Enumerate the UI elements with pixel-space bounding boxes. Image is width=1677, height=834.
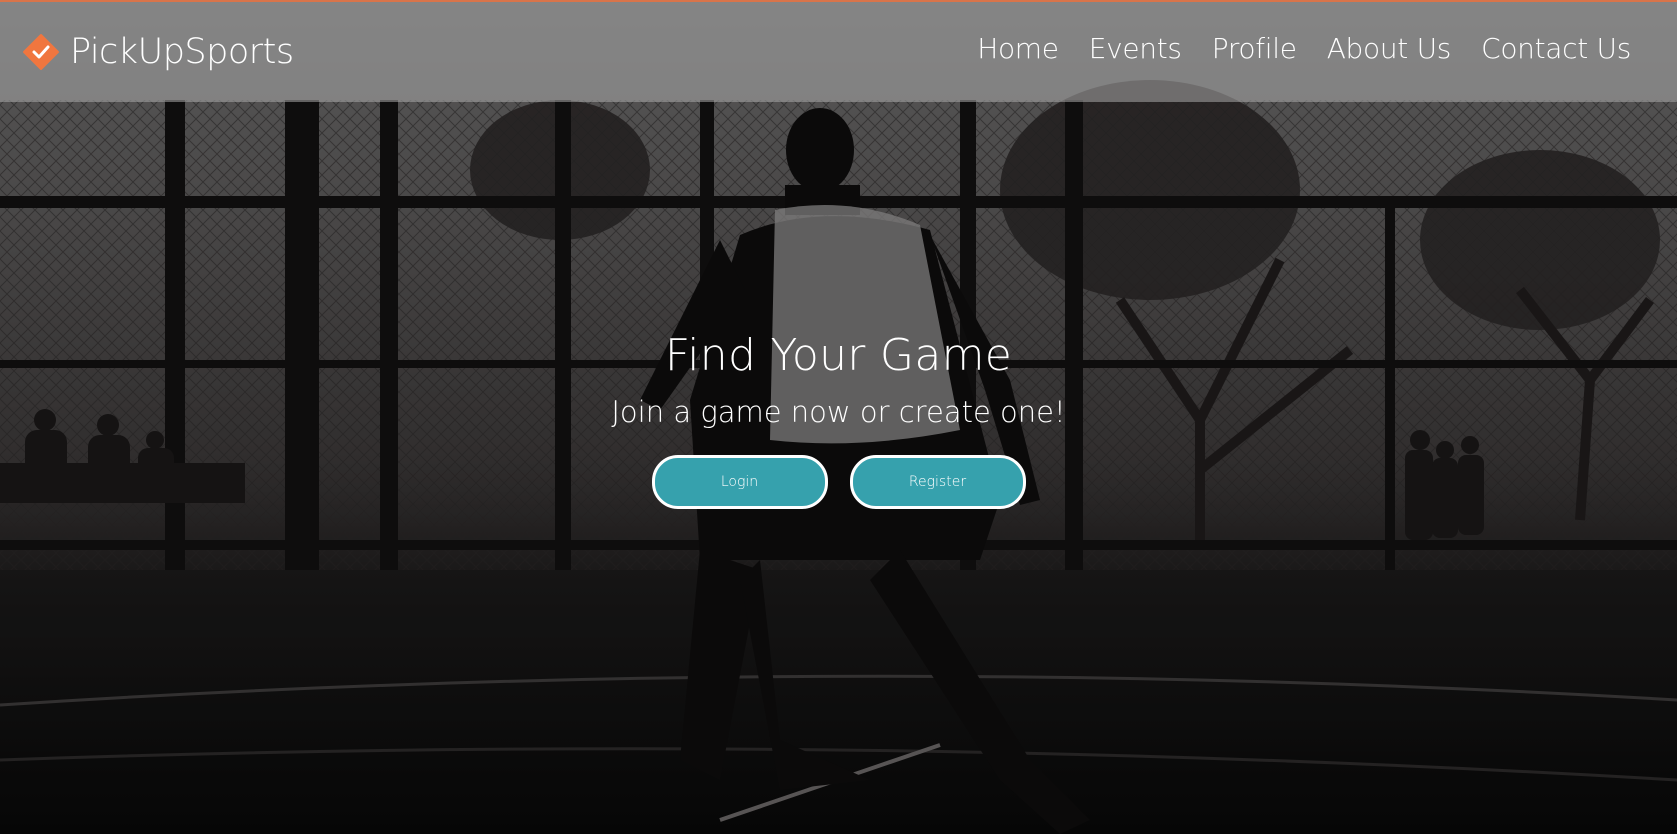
landing-page: PickUpSports Home Events Profile About U… (0, 0, 1677, 834)
hero-subtitle: Join a game now or create one! (611, 395, 1066, 429)
main-nav: Home Events Profile About Us Contact Us (977, 32, 1631, 65)
login-button[interactable]: Login (651, 455, 828, 509)
nav-link-about-us[interactable]: About Us (1327, 32, 1452, 65)
nav-link-contact-us[interactable]: Contact Us (1481, 32, 1631, 65)
nav-link-profile[interactable]: Profile (1212, 32, 1297, 65)
brand-name: PickUpSports (70, 32, 294, 72)
brand-logo-link[interactable]: PickUpSports (22, 28, 294, 76)
nav-link-home[interactable]: Home (977, 32, 1059, 65)
navbar: PickUpSports Home Events Profile About U… (0, 2, 1677, 102)
check-diamond-icon (23, 34, 59, 70)
hero-title: Find Your Game (664, 330, 1013, 381)
hero-button-row: Login Register (0, 455, 1677, 509)
nav-link-events[interactable]: Events (1089, 32, 1182, 65)
hero-section: Find Your Game Join a game now or create… (0, 330, 1677, 509)
register-button[interactable]: Register (849, 455, 1026, 509)
